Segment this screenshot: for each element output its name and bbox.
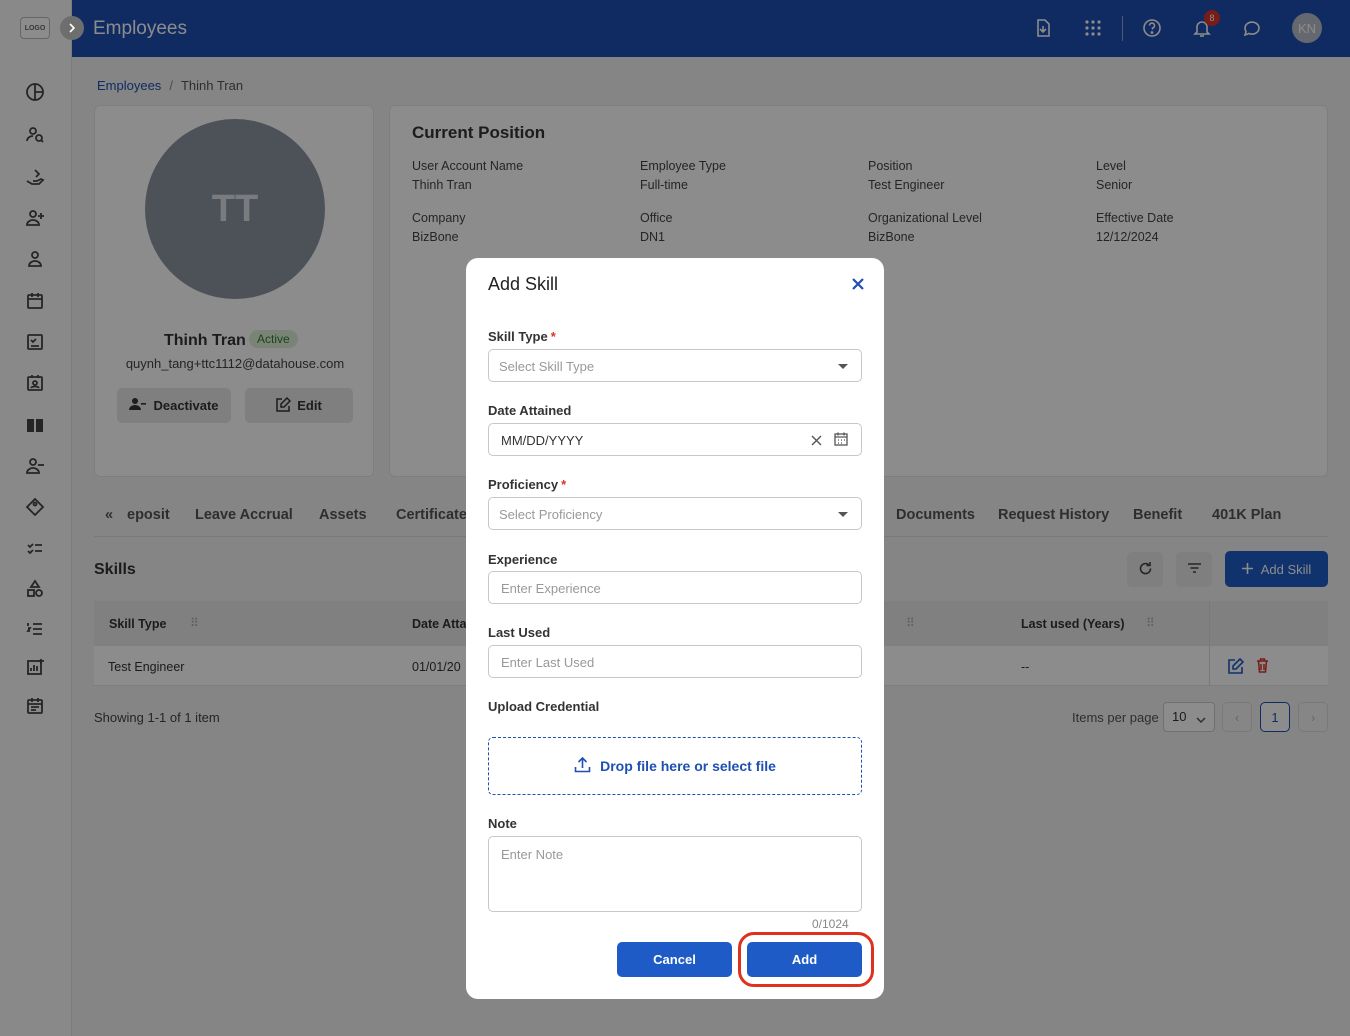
skill-type-placeholder: Select Skill Type [499, 359, 595, 374]
add-button-highlight [738, 932, 874, 987]
note-character-counter: 0/1024 [812, 917, 849, 931]
proficiency-placeholder: Select Proficiency [499, 507, 603, 522]
date-placeholder: MM/DD/YYYY [501, 433, 584, 448]
last-used-input[interactable]: Enter Last Used [488, 645, 862, 678]
upload-credential-label: Upload Credential [488, 699, 600, 714]
cancel-button[interactable]: Cancel [617, 942, 732, 977]
experience-input[interactable]: Enter Experience [488, 571, 862, 604]
dropdown-caret-icon [838, 512, 848, 517]
proficiency-select[interactable]: Select Proficiency [488, 497, 862, 530]
note-label: Note [488, 816, 517, 831]
proficiency-label: Proficiency * [488, 477, 566, 492]
note-placeholder: Enter Note [501, 847, 564, 862]
dropdown-caret-icon [838, 364, 848, 369]
calendar-icon[interactable] [834, 432, 848, 449]
sidebar-toggle-button[interactable] [60, 16, 84, 40]
file-drop-zone[interactable]: Drop file here or select file [488, 737, 862, 795]
experience-placeholder: Enter Experience [501, 581, 601, 596]
experience-label: Experience [488, 552, 558, 567]
date-attained-field[interactable]: MM/DD/YYYY [488, 423, 862, 456]
skill-type-label-text: Skill Type [488, 329, 548, 344]
clear-icon[interactable] [811, 434, 822, 449]
last-used-label: Last Used [488, 625, 551, 640]
required-marker: * [561, 477, 567, 492]
skill-type-label: Skill Type * [488, 329, 556, 344]
date-attained-label: Date Attained [488, 403, 572, 418]
skill-type-select[interactable]: Select Skill Type [488, 349, 862, 382]
note-textarea[interactable]: Enter Note [488, 836, 862, 912]
add-skill-dialog: Add Skill Skill Type * Select Skill Type … [466, 258, 884, 999]
close-icon[interactable] [848, 274, 868, 294]
required-marker: * [550, 329, 556, 344]
proficiency-label-text: Proficiency [488, 477, 559, 492]
last-used-placeholder: Enter Last Used [501, 655, 595, 670]
dialog-title: Add Skill [488, 274, 559, 294]
upload-text: Drop file here or select file [600, 758, 776, 774]
upload-icon [574, 756, 591, 776]
